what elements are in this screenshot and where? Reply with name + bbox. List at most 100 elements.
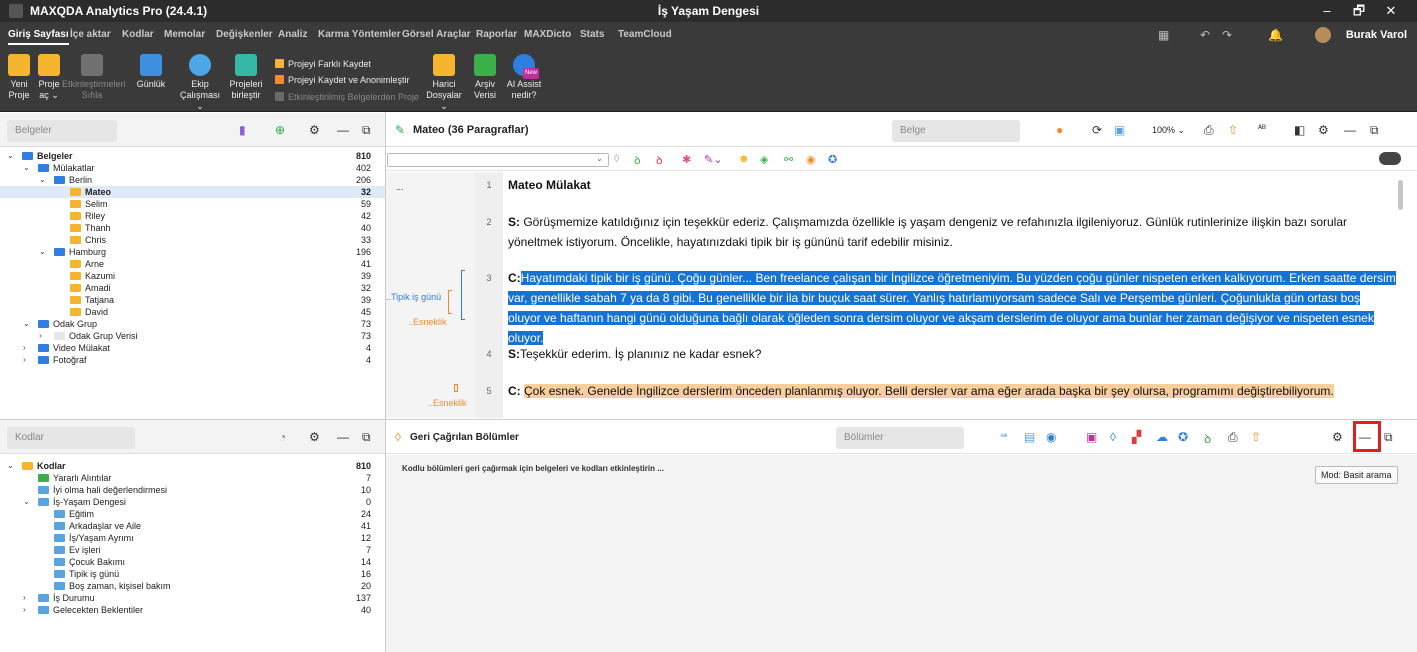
document-row[interactable]: Riley 42 [0,210,385,222]
code-row[interactable]: ⌄ İş-Yaşam Dengesi 0 [0,496,385,508]
code-row[interactable]: Ev işleri 7 [0,544,385,556]
document-row[interactable]: Thanh 40 [0,222,385,234]
document-row[interactable]: David 45 [0,306,385,318]
tab-giris[interactable]: Giriş Sayfası [8,29,69,45]
segments-search-input[interactable]: Bölümler [836,427,964,449]
document-row[interactable]: Mateo 32 [0,186,385,198]
record-icon[interactable]: ● [1056,123,1063,137]
chevron-down-icon[interactable]: ⌄ [39,246,46,258]
edit-document-icon[interactable]: ✎ [395,123,405,137]
chevron-right-icon[interactable]: › [23,354,26,366]
chevron-down-icon[interactable]: ⌄ [39,174,46,186]
tab-kodlar[interactable]: Kodlar [122,29,154,40]
maximize-button[interactable]: 🗗 [1344,0,1374,22]
mode-simple-icon[interactable]: ⇛ [1000,430,1008,441]
undock-icon[interactable]: ⧉ [362,430,371,445]
external-files-button[interactable]: Harici Dosyalar ⌄ [424,54,464,112]
zoom-select[interactable]: 100% ⌄ [1152,125,1185,136]
notification-icon[interactable]: 🔔 [1268,28,1283,42]
logbook-button[interactable]: Günlük [134,54,168,90]
code-select-dropdown[interactable]: ⌄ [387,153,609,167]
code-label-tipik-is-gunu[interactable]: ..Tipik iş günü [386,292,441,302]
code-row[interactable]: İş/Yaşam Ayrımı 12 [0,532,385,544]
save-as-button[interactable]: Projeyi Farklı Kaydet [275,59,371,69]
export-icon[interactable]: ⇧ [1228,123,1238,137]
tab-stats[interactable]: Stats [580,29,604,40]
edit-mode-toggle[interactable] [1379,152,1401,165]
gear-icon[interactable]: ⚙ [1318,123,1329,137]
code-row[interactable]: Eğitim 24 [0,508,385,520]
print-icon[interactable]: ⎙ [1228,430,1238,445]
new-project-button[interactable]: Yeni Proje [6,54,32,101]
add-icon[interactable]: ⊕ [275,123,285,137]
export-icon[interactable]: ⇧ [1251,430,1261,444]
chevron-down-icon[interactable]: ⌄ [23,162,30,174]
minimize-button[interactable]: – [1312,0,1342,22]
chevron-down-icon[interactable]: ⌄ [7,460,14,472]
document-row[interactable]: Amadi 32 [0,282,385,294]
tab-memolar[interactable]: Memolar [164,29,205,40]
tab-gorsel-araclar[interactable]: Görsel Araçlar [402,29,471,40]
coded-text[interactable]: Çok esnek. Genelde İngilizce derslerim ö… [524,384,1334,398]
tab-raporlar[interactable]: Raporlar [476,29,517,40]
link-icon[interactable]: ⚯ [784,153,793,166]
project-from-activated-button[interactable]: Etkinleştirilmiş Belgelerden Proje [275,92,419,102]
redo-icon[interactable]: ↷ [1222,28,1232,42]
coding-stripe-orange-2[interactable] [454,384,458,392]
code-icon[interactable]: ꝺ [1204,430,1211,447]
document-row[interactable]: Kazumi 39 [0,270,385,282]
chevron-down-icon[interactable]: ⌄ [23,496,30,508]
document-row[interactable]: ⌄ Belgeler 810 [0,150,385,162]
code-favorite-icon[interactable]: ◈ [760,153,768,166]
teamwork-button[interactable]: Ekip Çalışması ⌄ [180,54,220,112]
code-row[interactable]: ⌄ Kodlar 810 [0,460,385,472]
minimize-panel-icon[interactable]: — [337,430,349,444]
undock-icon[interactable]: ⧉ [362,123,371,138]
chevron-right-icon[interactable]: › [23,604,26,616]
document-filter-icon[interactable]: ▤ [1024,430,1035,444]
code-row[interactable]: Arkadaşlar ve Aile 41 [0,520,385,532]
ai-summary-icon[interactable]: ✪ [1178,430,1188,444]
gear-icon[interactable]: ⚙ [1332,430,1343,444]
tab-ice-aktar[interactable]: İçe aktar [70,29,111,40]
split-view-icon[interactable]: ◧ [1294,123,1305,137]
reset-activations-button[interactable]: Etkinleştirmeleri Sıfıla [62,54,126,101]
code-row[interactable]: İyi olma hali değerlendirmesi 10 [0,484,385,496]
coding-stripe-orange[interactable] [448,290,452,314]
overview-icon[interactable]: ▞ [1132,430,1141,444]
code-row[interactable]: › Gelecekten Beklentiler 40 [0,604,385,616]
document-row[interactable]: › Fotoğraf 4 [0,354,385,366]
merge-projects-button[interactable]: Projeleri birleştir [226,54,266,101]
smiley-icon[interactable]: ☻ [738,153,750,165]
tab-teamcloud[interactable]: TeamCloud [618,29,672,40]
refresh-icon[interactable]: ⟳ [1092,123,1102,137]
document-row[interactable]: Tatjana 39 [0,294,385,306]
chevron-right-icon[interactable]: › [23,342,26,354]
minimize-panel-icon[interactable]: — [1344,123,1356,137]
undock-icon[interactable]: ⧉ [1384,430,1393,445]
highlight-pen-icon[interactable]: ✎⌄ [704,153,722,166]
code-row[interactable]: Boş zaman, kişisel bakım 20 [0,580,385,592]
code-row[interactable]: Yararlı Alıntılar 7 [0,472,385,484]
memo-icon[interactable]: ◉ [1046,430,1056,444]
chevron-right-icon[interactable]: › [23,592,26,604]
document-row[interactable]: › Odak Grup Verisi 73 [0,330,385,342]
pin-icon[interactable]: ◊ [614,153,619,165]
archive-data-button[interactable]: Arşiv Verisi [470,54,500,101]
document-row[interactable]: › Video Mülakat 4 [0,342,385,354]
document-row[interactable]: Arne 41 [0,258,385,270]
document-row[interactable]: ⌄ Berlin 206 [0,174,385,186]
avatar[interactable] [1315,27,1331,43]
ai-icon[interactable]: ✪ [828,153,837,166]
chevron-down-icon[interactable]: ⌄ [7,150,14,162]
save-anonymize-button[interactable]: Projeyi Kaydet ve Anonimleştir [275,75,410,85]
more-options-icon[interactable]: ... [396,182,404,192]
selected-text[interactable]: Hayatımdaki tipik bir iş günü. Çoğu günl… [508,271,1396,345]
document-row[interactable]: ⌄ Hamburg 196 [0,246,385,258]
spellcheck-icon[interactable]: ᴬᴮ [1258,123,1266,133]
cloud-icon[interactable]: ☁ [1156,430,1168,444]
gear-icon[interactable]: ⚙ [309,123,320,137]
code-relations-icon[interactable]: ◊ [1110,430,1116,444]
new-document-icon[interactable]: ▮ [239,123,246,137]
memo-view-icon[interactable]: ▣ [1114,123,1125,137]
